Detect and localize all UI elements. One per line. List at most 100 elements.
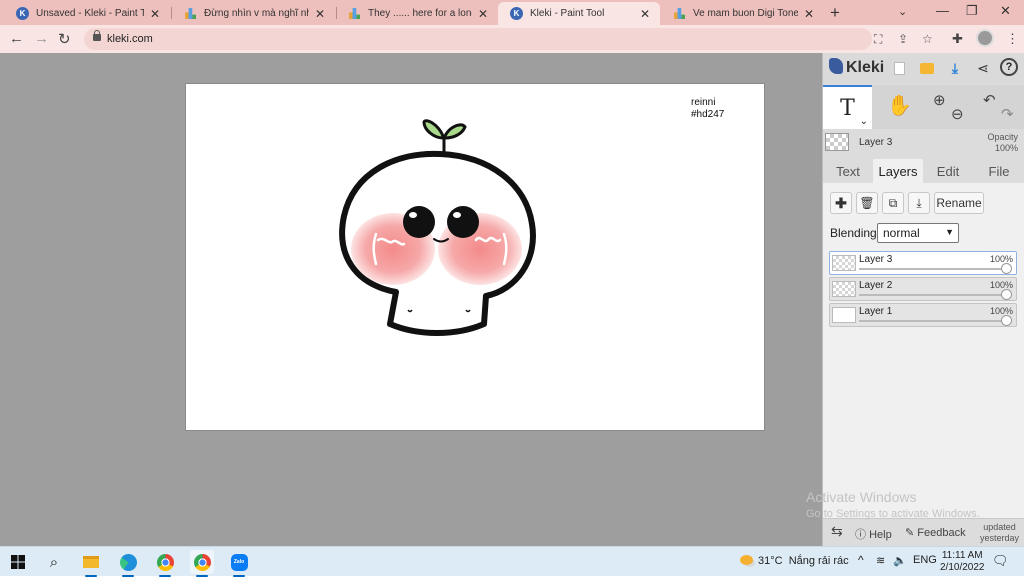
chrome-icon[interactable] xyxy=(153,550,177,577)
browser-tab[interactable]: They ...... here for a long time ✕ xyxy=(336,2,498,25)
weather-widget[interactable]: 31°C Nắng rải rác xyxy=(740,555,849,567)
restore-button[interactable]: ❐ xyxy=(966,3,978,19)
reload-button[interactable]: ↻ xyxy=(58,30,71,48)
layer-opacity-track[interactable] xyxy=(859,294,1006,296)
help-icon[interactable]: ? xyxy=(1000,58,1018,76)
layer-name: Layer 2 xyxy=(859,280,893,291)
forward-button[interactable]: → xyxy=(34,30,49,47)
signature-line: reinni xyxy=(691,97,716,108)
layer-row[interactable]: Layer 2 100% xyxy=(829,277,1017,301)
kleki-logo-text: Kleki xyxy=(846,59,885,76)
browser-tab-strip: K Unsaved - Kleki - Paint Tool ✕ Đừng nh… xyxy=(0,0,1024,25)
clock-date: 2/10/2022 xyxy=(940,562,985,573)
redo-icon[interactable]: ↷ xyxy=(1001,105,1014,123)
bookmark-star-icon[interactable]: ☆ xyxy=(922,32,933,46)
tab-edit[interactable]: Edit xyxy=(927,159,969,183)
chrome-profile-icon[interactable] xyxy=(190,550,214,577)
zoom-in-icon[interactable]: ⊕ xyxy=(933,91,946,109)
language-indicator[interactable]: ENG xyxy=(913,554,937,566)
profile-avatar[interactable] xyxy=(976,29,994,47)
layer-opacity-slider[interactable] xyxy=(1001,289,1012,300)
translate-icon[interactable]: ⛶ xyxy=(874,32,882,47)
layer-thumbnail xyxy=(832,255,856,271)
new-tab-button[interactable]: + xyxy=(830,3,840,23)
zalo-icon[interactable]: Zalo xyxy=(227,550,251,577)
close-icon[interactable]: ✕ xyxy=(313,7,327,21)
help-circle-icon: ⓘ xyxy=(855,529,866,541)
drawing-canvas[interactable]: reinni #hd247 xyxy=(185,83,765,431)
layer-opacity-slider[interactable] xyxy=(1001,315,1012,326)
browser-tab[interactable]: Ve mam buon Digi Tone dark ✕ xyxy=(661,2,824,25)
share-icon[interactable]: ⇪ xyxy=(898,32,908,46)
layer-opacity-track[interactable] xyxy=(859,320,1006,322)
updated-line: updated xyxy=(983,522,1016,532)
file-explorer-icon[interactable] xyxy=(79,550,103,577)
volume-icon[interactable]: 🔈 xyxy=(893,554,907,567)
chevron-down-icon[interactable]: ⌄ xyxy=(860,116,868,127)
merge-down-icon: ⤓ xyxy=(916,195,922,210)
opacity-indicator[interactable]: Opacity 100% xyxy=(987,132,1018,154)
delete-layer-button[interactable]: 🗑 xyxy=(856,192,878,214)
minimize-button[interactable]: — xyxy=(936,3,949,18)
address-bar[interactable]: kleki.com ⛶ ⇪ ☆ xyxy=(84,28,933,50)
merge-layer-button[interactable]: ⤓ xyxy=(908,192,930,214)
zoom-out-icon[interactable]: ⊖ xyxy=(951,105,964,123)
swap-icon[interactable]: ⇆ xyxy=(831,523,843,540)
tab-search-icon[interactable]: ⌄ xyxy=(898,5,907,18)
close-icon[interactable]: ✕ xyxy=(148,7,162,21)
browser-tab-active[interactable]: K Kleki - Paint Tool ✕ xyxy=(498,2,660,25)
activate-windows-watermark: Activate Windows Go to Settings to activ… xyxy=(806,489,980,523)
kleki-icon: K xyxy=(510,7,523,20)
add-layer-button[interactable]: ✚ xyxy=(830,192,852,214)
edge-browser-icon[interactable] xyxy=(116,550,140,577)
wifi-icon[interactable]: ≋ xyxy=(876,554,885,567)
system-clock[interactable]: 11:11 AM 2/10/2022 xyxy=(940,550,985,574)
help-link[interactable]: ⓘ Help xyxy=(855,526,892,542)
tab-layers[interactable]: Layers xyxy=(873,159,923,183)
chevron-up-icon[interactable]: ^ xyxy=(858,553,864,567)
browser-tab[interactable]: K Unsaved - Kleki - Paint Tool ✕ xyxy=(4,2,170,25)
drawing-workspace[interactable]: reinni #hd247 xyxy=(0,53,822,546)
hand-tool-icon[interactable]: ✋ xyxy=(887,93,912,118)
browser-tab[interactable]: Đừng nhìn v mà nghĩ nhiều c ✕ xyxy=(172,2,335,25)
close-icon[interactable]: ✕ xyxy=(476,7,490,21)
tab-file[interactable]: File xyxy=(977,159,1021,183)
search-icon[interactable]: ⌕ xyxy=(42,550,66,574)
rename-layer-button[interactable]: Rename xyxy=(934,192,984,214)
updated-line: yesterday xyxy=(979,533,1019,543)
undo-icon[interactable]: ↶ xyxy=(983,91,996,109)
windows-start-icon[interactable] xyxy=(6,550,30,574)
text-tool-button[interactable]: T ⌄ xyxy=(823,85,872,129)
feedback-link[interactable]: ✎ Feedback xyxy=(905,526,966,539)
kleki-header: Kleki ⤓ ⋖ ? xyxy=(823,53,1024,83)
blending-select[interactable]: normal ▼ xyxy=(877,223,959,243)
share-icon[interactable]: ⋖ xyxy=(973,58,993,78)
tab-title: Ve mam buon Digi Tone dark xyxy=(693,8,798,19)
browser-toolbar: ← → ↻ kleki.com ⛶ ⇪ ☆ ✚ ⋮ xyxy=(0,25,1024,53)
open-folder-icon[interactable] xyxy=(917,58,937,78)
kleki-side-panel: Kleki ⤓ ⋖ ? T ⌄ ✋ ⊕ ⊖ ↶ ↷ Layer 3 Opacity… xyxy=(822,53,1024,546)
duplicate-layer-button[interactable]: ⧉ xyxy=(882,192,904,214)
current-layer-name: Layer 3 xyxy=(859,137,893,148)
layer-row[interactable]: Layer 1 100% xyxy=(829,303,1017,327)
window-close-button[interactable]: ✕ xyxy=(1000,3,1011,19)
notification-icon[interactable]: 🗨 xyxy=(992,553,1009,569)
opacity-value: 100% xyxy=(994,143,1018,153)
layer-row[interactable]: Layer 3 100% xyxy=(829,251,1017,275)
blending-value: normal xyxy=(883,226,920,240)
download-icon[interactable]: ⤓ xyxy=(945,58,965,78)
kleki-logo[interactable]: Kleki xyxy=(829,58,884,77)
new-image-icon[interactable] xyxy=(889,58,909,78)
tab-text[interactable]: Text xyxy=(827,159,869,183)
back-button[interactable]: ← xyxy=(9,30,24,47)
extensions-icon[interactable]: ✚ xyxy=(952,31,963,47)
layer-opacity-track[interactable] xyxy=(859,268,1006,270)
layer-opacity-slider[interactable] xyxy=(1001,263,1012,274)
close-icon[interactable]: ✕ xyxy=(638,7,652,21)
menu-icon[interactable]: ⋮ xyxy=(1006,31,1019,47)
temperature: 31°C xyxy=(758,555,783,567)
close-icon[interactable]: ✕ xyxy=(802,7,816,21)
layer-name: Layer 3 xyxy=(859,254,893,265)
weather-text: Nắng rải rác xyxy=(788,555,849,567)
docs-icon xyxy=(184,7,197,20)
